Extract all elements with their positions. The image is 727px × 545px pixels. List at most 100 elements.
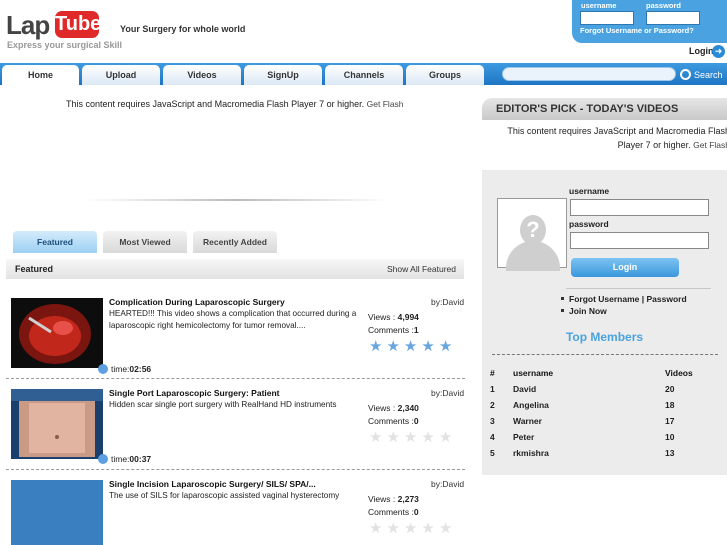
tagline: Your Surgery for whole world [120,24,246,34]
bullet-icon [561,297,564,300]
username-field[interactable] [570,199,709,216]
star-icon[interactable]: ★ [404,520,421,537]
nav-tab-upload[interactable]: Upload [82,65,160,85]
video-thumbnail[interactable] [11,480,103,545]
search-button-label: Search [694,70,723,80]
member-username[interactable]: rkmishra [513,448,549,458]
video-author[interactable]: by:David [431,479,464,489]
star-icon[interactable]: ★ [421,429,438,446]
star-icon[interactable]: ★ [439,429,456,446]
video-views: Views : 4,994 [368,312,419,322]
header-password-input[interactable] [646,11,700,25]
flash-notice: This content requires JavaScript and Mac… [66,99,404,109]
comments-label: Comments : [368,416,414,426]
video-author[interactable]: by:David [431,297,464,307]
video-title[interactable]: Single Incision Laparoscopic Surgery/ SI… [109,479,316,489]
member-username[interactable]: Angelina [513,400,549,410]
star-rating[interactable]: ★★★★★ [369,519,456,537]
join-now-label[interactable]: Join Now [569,306,607,316]
page: Lap Tube Express your surgical Skill You… [0,0,727,545]
nav-tab-videos[interactable]: Videos [163,65,241,85]
col-header-videos: Videos [665,368,693,378]
section-title: Featured [15,264,54,274]
views-value: 4,994 [397,312,419,322]
views-value: 2,340 [397,403,419,413]
star-icon[interactable]: ★ [404,338,421,355]
time-value: 02:56 [129,364,152,374]
get-flash-link[interactable]: Get Flash [367,99,404,109]
logo-subtitle: Express your surgical Skill [7,40,123,50]
star-icon[interactable]: ★ [369,338,386,355]
video-item: Single Port Laparoscopic Surgery: Patien… [6,388,466,468]
star-icon[interactable]: ★ [421,338,438,355]
thumbnail-image [11,389,103,459]
video-comments: Comments :1 [368,325,419,335]
star-rating[interactable]: ★★★★★ [369,428,456,446]
views-label: Views : [368,403,396,413]
divider [6,469,465,470]
main-nav: Home Upload Videos SignUp Channels Group… [0,63,727,85]
video-author[interactable]: by:David [431,388,464,398]
flash-notice-text: This content requires JavaScript and Mac… [66,99,365,109]
star-icon[interactable]: ★ [386,338,403,355]
header-login-link[interactable]: Login [689,46,714,56]
video-title[interactable]: Complication During Laparoscopic Surgery [109,297,285,307]
star-icon[interactable]: ★ [369,520,386,537]
video-title[interactable]: Single Port Laparoscopic Surgery: Patien… [109,388,280,398]
logo-text-tube: Tube [55,11,101,38]
logo-text-lap: Lap [6,10,50,40]
search-button[interactable]: Search [680,67,723,80]
editors-pick-title: EDITOR'S PICK - TODAY'S VIDEOS [496,103,679,115]
star-icon[interactable]: ★ [421,520,438,537]
nav-tab-signup[interactable]: SignUp [244,65,322,85]
member-videos: 20 [665,384,675,394]
member-username[interactable]: David [513,384,536,394]
nav-tab-channels[interactable]: Channels [325,65,403,85]
tab-featured[interactable]: Featured [13,231,97,253]
search-input[interactable] [502,67,676,81]
get-flash-link[interactable]: Get Flash [693,140,727,150]
play-icon [98,454,108,464]
star-icon[interactable]: ★ [386,429,403,446]
time-value: 00:37 [129,454,152,464]
header-username-input[interactable] [580,11,634,25]
star-icon[interactable]: ★ [386,520,403,537]
arrow-right-icon[interactable]: ➜ [712,45,725,58]
header-forgot-link[interactable]: Forgot Username or Password? [580,26,694,35]
nav-tab-groups[interactable]: Groups [406,65,484,85]
video-thumbnail[interactable] [11,389,103,459]
video-description: HEARTED!!! This video shows a complicati… [109,309,357,330]
show-all-featured-link[interactable]: Show All Featured [387,264,456,274]
nav-tab-home[interactable]: Home [2,65,79,85]
star-icon[interactable]: ★ [369,429,386,446]
member-username[interactable]: Warner [513,416,542,426]
views-label: Views : [368,494,396,504]
join-now-link[interactable]: Join Now [561,306,607,316]
video-comments: Comments :0 [368,416,419,426]
play-icon [98,364,108,374]
comments-label: Comments : [368,507,414,517]
tab-recently-added[interactable]: Recently Added [193,231,277,253]
star-icon[interactable]: ★ [439,338,456,355]
video-thumbnail[interactable] [11,298,103,368]
time-label: time: [111,364,130,374]
editors-pick-flash-notice: This content requires JavaScript and Mac… [490,124,727,152]
password-field[interactable] [570,232,709,249]
avatar: ? [497,198,567,271]
video-comments: Comments :0 [368,507,419,517]
video-item: Single Incision Laparoscopic Surgery/ SI… [6,479,466,545]
password-label: password [569,219,609,229]
member-username[interactable]: Peter [513,432,534,442]
star-icon[interactable]: ★ [439,520,456,537]
tab-most-viewed[interactable]: Most Viewed [103,231,187,253]
header-login-box: username password Forgot Username or Pas… [572,0,727,43]
comments-value: 0 [413,416,419,426]
star-icon[interactable]: ★ [404,429,421,446]
star-rating[interactable]: ★★★★★ [369,337,456,355]
forgot-link[interactable]: Forgot Username | Password [561,294,687,304]
login-button[interactable]: Login [571,258,679,277]
video-item: Complication During Laparoscopic Surgery… [6,297,466,377]
forgot-link-label[interactable]: Forgot Username | Password [569,294,687,304]
member-rank: 5 [490,448,495,458]
video-views: Views : 2,340 [368,403,419,413]
